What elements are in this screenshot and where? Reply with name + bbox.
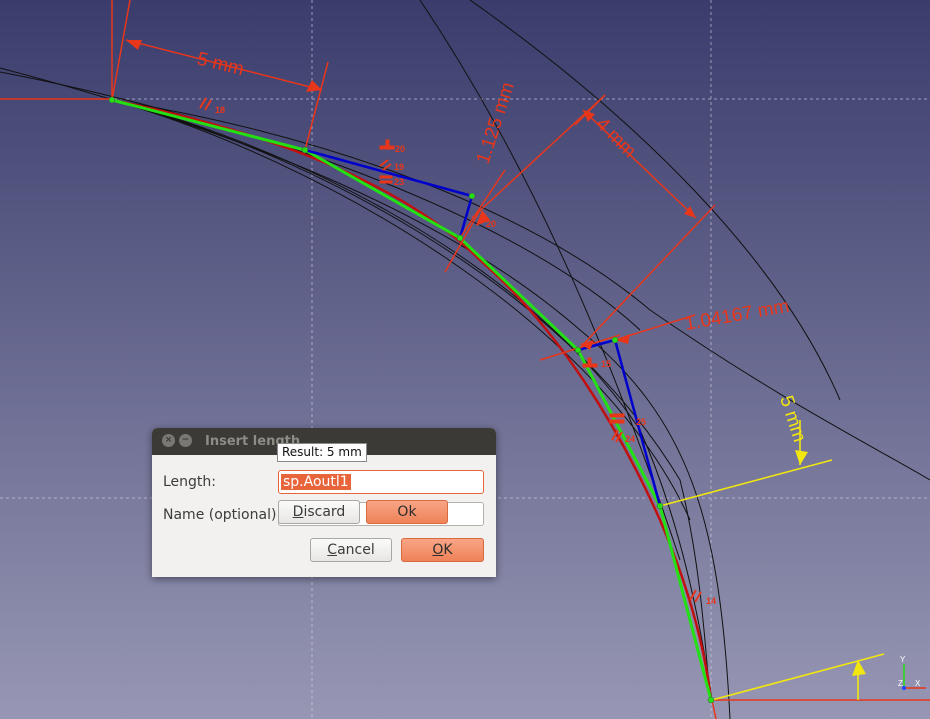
- constraint-label: 20: [395, 144, 405, 154]
- axis-y-label: Y: [900, 655, 906, 664]
- constraint-label: 15: [601, 359, 611, 369]
- constraint-label: 18: [215, 105, 225, 115]
- sketch-canvas[interactable]: 18 20 19 23 20 15 25 24 14 5 mm 1.125 mm…: [0, 0, 930, 719]
- constraint-label: 25: [636, 417, 646, 427]
- length-value: sp.Aoutl1: [281, 474, 351, 490]
- ok-button[interactable]: OK: [401, 538, 484, 562]
- name-label: Name (optional): [163, 507, 277, 523]
- axis-z-label: Z: [898, 679, 903, 688]
- constraint-label: 20: [486, 219, 496, 229]
- length-input[interactable]: sp.Aoutl1: [278, 470, 484, 494]
- constraint-label: 24: [625, 434, 635, 444]
- close-icon[interactable]: ×: [162, 434, 175, 447]
- ok-inline-button[interactable]: Ok: [366, 500, 448, 524]
- constraint-label: 14: [706, 596, 716, 606]
- 3d-sketch-viewport[interactable]: 18 20 19 23 20 15 25 24 14 5 mm 1.125 mm…: [0, 0, 930, 719]
- result-tooltip: Result: 5 mm: [277, 443, 367, 462]
- length-label: Length:: [163, 474, 217, 490]
- discard-button[interactable]: Discard: [278, 500, 360, 524]
- cancel-button[interactable]: Cancel: [310, 538, 392, 562]
- minimize-icon[interactable]: −: [179, 434, 192, 447]
- constraint-label: 19: [394, 162, 404, 172]
- insert-length-dialog: × − Insert length Length: sp.Aoutl1 Name…: [152, 428, 496, 577]
- constraint-label: 23: [394, 177, 404, 187]
- axis-x-label: X: [915, 679, 921, 688]
